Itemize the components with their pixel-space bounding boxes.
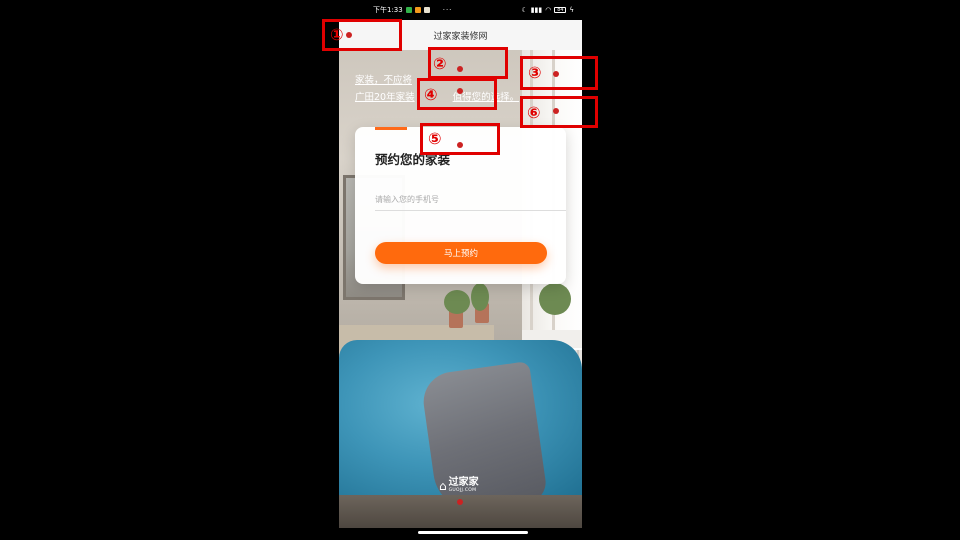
logo-url: GUOJJ.COM — [448, 488, 477, 493]
app-notification-icon — [423, 7, 430, 13]
annotation-label-2: ② — [433, 54, 447, 73]
annotation-dot-5 — [457, 142, 463, 148]
annotation-dot-2 — [457, 66, 463, 72]
annotation-label-1: ① — [330, 25, 344, 44]
charging-icon: ϟ — [569, 6, 574, 14]
status-bar: 下午1:33 ··· ☾ ▮▮▮ ◠ 84 ϟ — [339, 0, 582, 20]
annotation-dot-4 — [457, 88, 463, 94]
status-time: 下午1:33 — [373, 6, 403, 14]
book-now-button[interactable]: 马上预约 — [375, 242, 547, 264]
annotation-dot-3 — [553, 71, 559, 77]
annotation-label-6: ⑥ — [527, 103, 541, 122]
logo-name: 过家家 — [448, 477, 479, 488]
annotation-dot-6 — [553, 108, 559, 114]
annotation-dot-1 — [346, 32, 352, 38]
plant-leaf-image — [471, 283, 489, 311]
wechat-notification-icon — [405, 7, 412, 13]
annotation-label-3: ③ — [528, 63, 542, 82]
wifi-icon: ◠ — [545, 6, 552, 14]
card-accent-bar — [375, 127, 407, 130]
house-logo-icon: ⌂ — [439, 478, 447, 493]
page-title: 过家家装修网 — [433, 31, 488, 42]
hero-line-2-start: 广田20年家装 — [355, 92, 415, 103]
home-indicator[interactable] — [418, 531, 528, 534]
plant-leaf-image — [444, 290, 470, 314]
battery-icon: 84 — [554, 7, 567, 13]
app-notification-icon — [414, 7, 421, 13]
plant-leaf-image — [539, 283, 571, 315]
battery-level: 84 — [557, 7, 564, 13]
signal-icon: ▮▮▮ — [530, 6, 543, 14]
annotation-label-4: ④ — [424, 85, 438, 104]
moon-icon: ☾ — [521, 6, 528, 14]
phone-input[interactable] — [375, 189, 566, 211]
annotation-dot-logo — [457, 499, 463, 505]
brand-logo: ⌂ 过家家 GUOJJ.COM — [439, 477, 479, 494]
annotation-label-5: ⑤ — [428, 129, 442, 148]
more-notifications-icon: ··· — [442, 6, 453, 14]
